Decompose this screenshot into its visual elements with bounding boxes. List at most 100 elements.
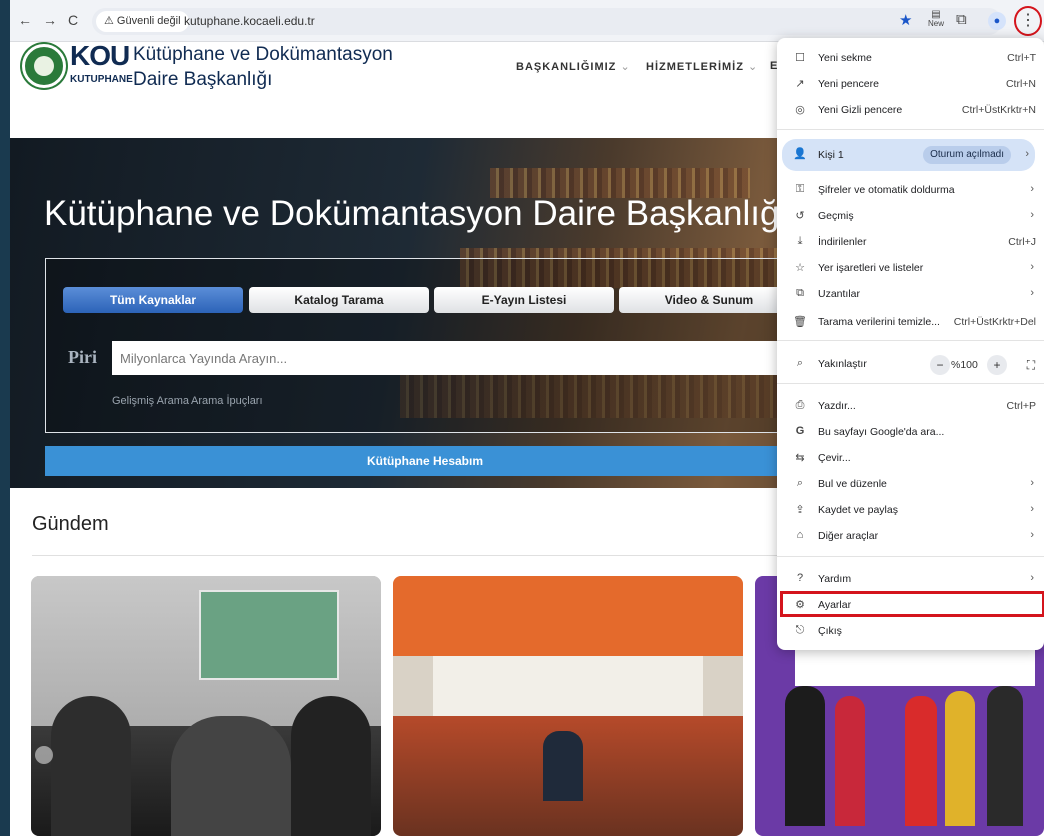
menu-separator xyxy=(777,129,1044,130)
help-icon: ? xyxy=(796,572,804,584)
nav-baskanligimiz[interactable]: BAŞKANLIĞIMIZ ⌄ xyxy=(516,60,631,73)
menu-item-find-edit[interactable]: ⌕ Bul ve düzenle › xyxy=(777,471,1044,497)
menu-shortcut: Ctrl+T xyxy=(1007,52,1036,64)
menu-item-history[interactable]: ↺ Geçmiş › xyxy=(777,203,1044,229)
menu-label: İndirilenler xyxy=(818,236,867,248)
incognito-icon: ◎ xyxy=(795,104,805,116)
menu-item-save-share[interactable]: ⇪ Kaydet ve paylaş › xyxy=(777,497,1044,523)
menu-label: Bul ve düzenle xyxy=(818,478,887,490)
menu-separator xyxy=(777,556,1044,557)
download-icon: ⤓ xyxy=(797,235,803,247)
menu-separator xyxy=(777,383,1044,384)
menu-item-extensions[interactable]: ⧉ Uzantılar › xyxy=(777,281,1044,307)
printer-icon: ⎙ xyxy=(795,399,805,411)
menu-item-translate[interactable]: ⇆ Çevir... xyxy=(777,445,1044,471)
extensions-icon[interactable]: ⧉ xyxy=(956,11,967,28)
chevron-right-icon: › xyxy=(1025,148,1029,160)
profile-avatar-icon[interactable]: ● xyxy=(988,12,1006,30)
zoom-in-button[interactable]: + xyxy=(987,355,1007,375)
carousel-prev-icon[interactable] xyxy=(35,746,53,764)
menu-item-passwords[interactable]: ⚿ Şifreler ve otomatik doldurma › xyxy=(777,177,1044,203)
menu-label: Yer işaretleri ve listeler xyxy=(818,262,924,274)
url-text: kutuphane.kocaeli.edu.tr xyxy=(184,14,315,28)
chevron-right-icon: › xyxy=(1030,209,1034,221)
chevron-right-icon: › xyxy=(1030,529,1034,541)
search-tips-link[interactable]: Arama İpuçları xyxy=(191,395,263,407)
menu-label: Çıkış xyxy=(818,625,842,637)
tab-tum-kaynaklar[interactable]: Tüm Kaynaklar xyxy=(63,287,243,313)
share-icon: ⇪ xyxy=(795,504,805,516)
advanced-search-link[interactable]: Gelişmiş Arama xyxy=(112,395,189,407)
university-seal-icon xyxy=(22,44,66,88)
zoom-icon: ⌕ xyxy=(796,357,804,369)
menu-item-more-tools[interactable]: ⌂ Diğer araçlar › xyxy=(777,523,1044,549)
menu-item-clear-data[interactable]: 🗑 Tarama verilerini temizle... Ctrl+ÜstK… xyxy=(777,309,1044,335)
library-account-button[interactable]: Kütüphane Hesabım xyxy=(45,446,805,476)
menu-label: Yeni pencere xyxy=(818,78,879,90)
menu-label: Uzantılar xyxy=(818,288,861,300)
menu-item-bookmarks[interactable]: ☆ Yer işaretleri ve listeler › xyxy=(777,255,1044,281)
translate-icon: ⇆ xyxy=(795,452,805,464)
nav-hizmetlerimiz[interactable]: HİZMETLERİMİZ ⌄ xyxy=(646,60,758,73)
news-card-2[interactable] xyxy=(393,576,743,836)
menu-item-zoom: ⌕ Yakınlaştır − %100 + ⛶ xyxy=(777,351,1044,379)
menu-shortcut: Ctrl+P xyxy=(1006,400,1036,412)
menu-item-new-tab[interactable]: ☐ Yeni sekme Ctrl+T xyxy=(777,45,1044,71)
menu-shortcut: Ctrl+ÜstKrktr+N xyxy=(961,104,1036,116)
kutuphane-logo-sub: KUTUPHANE xyxy=(70,74,133,85)
site-title-line2: Daire Başkanlığı xyxy=(133,69,273,90)
exit-icon: ⎋ xyxy=(795,624,805,636)
settings-highlight-box xyxy=(780,591,1044,617)
history-icon: ↺ xyxy=(795,210,805,222)
menu-label: Tarama verilerini temizle... xyxy=(818,316,940,328)
menu-label: Yakınlaştır xyxy=(818,358,867,370)
profile-person-icon: 👤 xyxy=(793,148,807,160)
fullscreen-icon[interactable]: ⛶ xyxy=(1021,355,1041,375)
menu-label: Çevir... xyxy=(818,452,851,464)
menu-label: Kişi 1 xyxy=(818,149,844,161)
menu-label: Yazdır... xyxy=(818,400,856,412)
nav-label: HİZMETLERİMİZ xyxy=(646,61,744,73)
security-label: Güvenli değil xyxy=(116,15,181,27)
menu-item-profile[interactable]: 👤 Kişi 1 Oturum açılmadı › xyxy=(782,139,1035,171)
zoom-value: %100 xyxy=(951,359,978,371)
reload-icon[interactable]: C xyxy=(68,12,78,28)
menu-label: Diğer araçlar xyxy=(818,530,879,542)
chevron-right-icon: › xyxy=(1030,287,1034,299)
bookmark-star-icon[interactable]: ★ xyxy=(899,11,912,29)
toolbox-icon: ⌂ xyxy=(796,529,804,541)
address-bar[interactable]: ⚠ Güvenli değil kutuphane.kocaeli.edu.tr xyxy=(92,8,1002,35)
chrome-menu-icon[interactable]: ⋮ xyxy=(1014,6,1042,36)
menu-label: Yardım xyxy=(818,573,852,585)
menu-item-incognito[interactable]: ◎ Yeni Gizli pencere Ctrl+ÜstKrktr+N xyxy=(777,97,1044,123)
back-icon[interactable]: ← xyxy=(18,12,32,28)
new-tab-icon: ☐ xyxy=(795,52,805,64)
tab-video-sunum[interactable]: Video & Sunum xyxy=(619,287,799,313)
tab-katalog-tarama[interactable]: Katalog Tarama xyxy=(249,287,429,313)
menu-item-help[interactable]: ? Yardım › xyxy=(777,566,1044,592)
search-input[interactable] xyxy=(112,341,806,375)
find-icon: ⌕ xyxy=(796,477,804,489)
signed-out-badge: Oturum açılmadı xyxy=(923,146,1011,164)
star-outline-icon: ☆ xyxy=(795,262,805,274)
forward-icon[interactable]: → xyxy=(43,12,57,28)
menu-item-search-google[interactable]: G Bu sayfayı Google'da ara... xyxy=(777,419,1044,445)
new-feature-icon[interactable]: ▤ New xyxy=(928,10,945,29)
menu-label: Şifreler ve otomatik doldurma xyxy=(818,184,955,196)
menu-item-print[interactable]: ⎙ Yazdır... Ctrl+P xyxy=(777,393,1044,419)
new-badge: New xyxy=(928,19,945,28)
zoom-out-button[interactable]: − xyxy=(930,355,950,375)
menu-item-exit[interactable]: ⎋ Çıkış xyxy=(777,618,1044,644)
security-chip[interactable]: ⚠ Güvenli değil xyxy=(96,11,189,32)
tab-e-yayin-listesi[interactable]: E-Yayın Listesi xyxy=(434,287,614,313)
puzzle-icon: ⧉ xyxy=(796,287,804,299)
nav-label: BAŞKANLIĞIMIZ xyxy=(516,61,617,73)
menu-shortcut: Ctrl+ÜstKrktr+Del xyxy=(953,316,1036,328)
menu-item-new-window[interactable]: ↗ Yeni pencere Ctrl+N xyxy=(777,71,1044,97)
kou-logo[interactable]: KOU xyxy=(70,40,130,72)
menu-item-downloads[interactable]: ⤓ İndirilenler Ctrl+J xyxy=(777,229,1044,255)
hero-title: Kütüphane ve Dokümantasyon Daire Başkanl… xyxy=(44,194,790,233)
browser-window: ← → C ⚠ Güvenli değil kutuphane.kocaeli.… xyxy=(10,0,1044,836)
menu-shortcut: Ctrl+J xyxy=(1008,236,1036,248)
news-card-1[interactable] xyxy=(31,576,381,836)
